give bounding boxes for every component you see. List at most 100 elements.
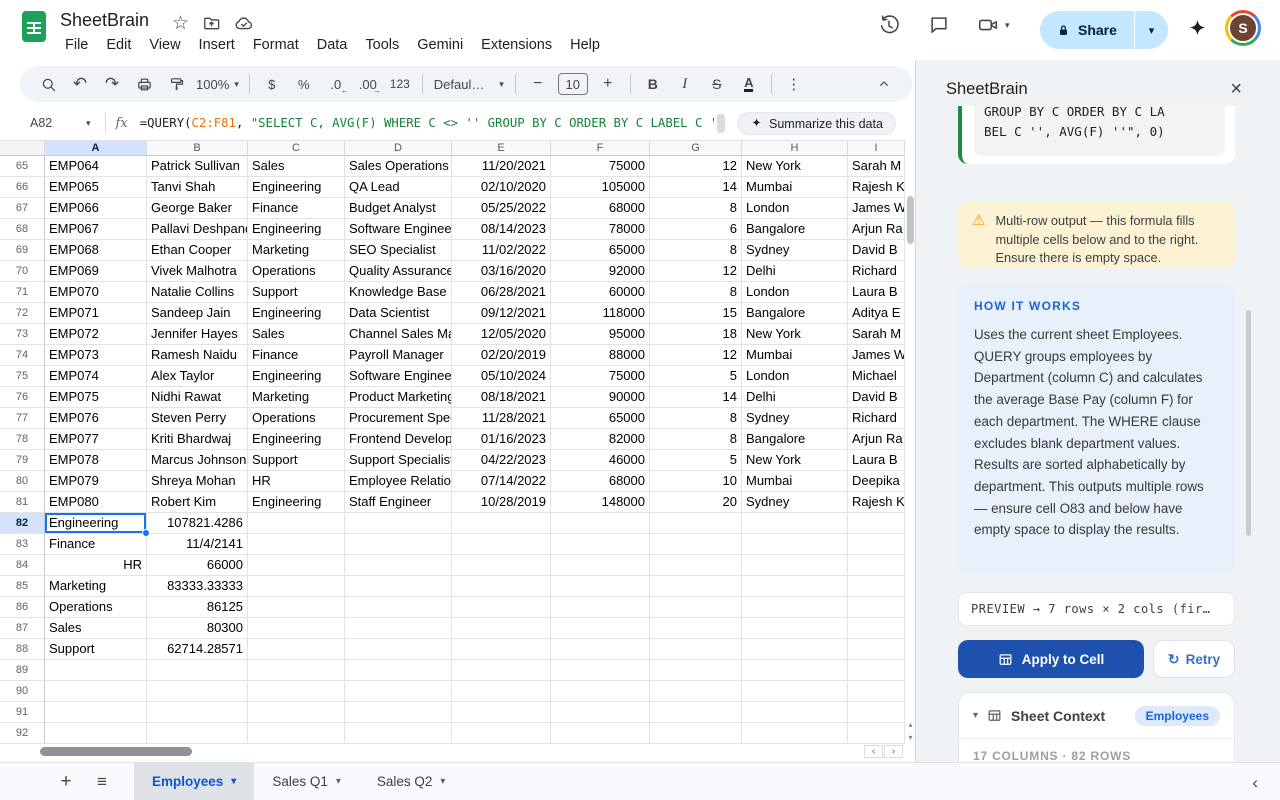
print-icon[interactable] <box>131 71 157 97</box>
cell[interactable] <box>452 513 551 534</box>
cell[interactable]: Engineering <box>45 513 147 534</box>
cell[interactable] <box>345 639 452 660</box>
cell[interactable]: Engineering <box>248 303 345 324</box>
cell[interactable]: James W <box>848 345 905 366</box>
decrease-decimal-button[interactable]: .0← <box>323 71 349 97</box>
cell[interactable] <box>551 597 650 618</box>
cell[interactable]: Robert Kim <box>147 492 248 513</box>
currency-format-button[interactable]: $ <box>259 71 285 97</box>
cell[interactable]: Procurement Spec <box>345 408 452 429</box>
row-header-74[interactable]: 74 <box>0 345 45 366</box>
cell[interactable]: Budget Analyst <box>345 198 452 219</box>
cell[interactable]: Support <box>248 282 345 303</box>
row-header-91[interactable]: 91 <box>0 702 45 723</box>
cell[interactable] <box>848 660 905 681</box>
row-header-76[interactable]: 76 <box>0 387 45 408</box>
cell[interactable]: 12 <box>650 345 742 366</box>
cell[interactable] <box>345 723 452 744</box>
cell[interactable]: 80300 <box>147 618 248 639</box>
strikethrough-button[interactable]: S <box>704 71 730 97</box>
cell[interactable]: Marketing <box>45 576 147 597</box>
cell[interactable]: Engineering <box>248 366 345 387</box>
cell[interactable]: Kriti Bhardwaj <box>147 429 248 450</box>
cell[interactable]: Delhi <box>742 261 848 282</box>
cell[interactable] <box>248 702 345 723</box>
cell[interactable]: Mumbai <box>742 345 848 366</box>
cell[interactable] <box>248 534 345 555</box>
cell[interactable] <box>551 618 650 639</box>
cell[interactable] <box>248 660 345 681</box>
cell[interactable]: Software Engineer <box>345 366 452 387</box>
cell[interactable]: Engineering <box>248 219 345 240</box>
cell[interactable] <box>650 555 742 576</box>
retry-button[interactable]: ↻ Retry <box>1153 640 1235 678</box>
tab-sales-q2[interactable]: Sales Q2▾ <box>359 763 464 800</box>
sheet-context-header[interactable]: ▾ Sheet Context Employees <box>959 693 1234 739</box>
cell[interactable] <box>452 681 551 702</box>
row-header-72[interactable]: 72 <box>0 303 45 324</box>
cell[interactable]: Engineering <box>248 177 345 198</box>
comments-icon[interactable] <box>928 14 950 36</box>
cell[interactable] <box>345 702 452 723</box>
cell[interactable]: 8 <box>650 282 742 303</box>
cell[interactable] <box>345 597 452 618</box>
cell[interactable]: 95000 <box>551 324 650 345</box>
row-header-86[interactable]: 86 <box>0 597 45 618</box>
row-header-85[interactable]: 85 <box>0 576 45 597</box>
cell[interactable]: 148000 <box>551 492 650 513</box>
decrease-font-size-button[interactable]: − <box>525 71 551 97</box>
cell[interactable] <box>650 576 742 597</box>
cell[interactable]: 66000 <box>147 555 248 576</box>
cell[interactable]: Operations <box>45 597 147 618</box>
all-sheets-icon[interactable]: ≡ <box>88 772 116 792</box>
cell[interactable]: 11/28/2021 <box>452 408 551 429</box>
cell[interactable]: David B <box>848 387 905 408</box>
cell[interactable]: 82000 <box>551 429 650 450</box>
cell[interactable]: 92000 <box>551 261 650 282</box>
cell[interactable]: EMP074 <box>45 366 147 387</box>
cell[interactable]: QA Lead <box>345 177 452 198</box>
cell[interactable]: Richard <box>848 261 905 282</box>
text-color-button[interactable]: A <box>736 71 762 97</box>
menu-gemini[interactable]: Gemini <box>410 35 470 55</box>
row-header-78[interactable]: 78 <box>0 429 45 450</box>
cell[interactable]: Finance <box>248 345 345 366</box>
cell[interactable]: Tanvi Shah <box>147 177 248 198</box>
cell[interactable]: 90000 <box>551 387 650 408</box>
search-icon[interactable] <box>35 71 61 97</box>
cell[interactable] <box>551 639 650 660</box>
account-avatar[interactable]: S <box>1225 10 1261 46</box>
cell[interactable] <box>452 723 551 744</box>
cell[interactable]: Sydney <box>742 408 848 429</box>
cell[interactable] <box>848 534 905 555</box>
tab-sales-q1[interactable]: Sales Q1▾ <box>254 763 359 800</box>
cell[interactable]: 46000 <box>551 450 650 471</box>
cell[interactable]: Ethan Cooper <box>147 240 248 261</box>
row-header-88[interactable]: 88 <box>0 639 45 660</box>
cell[interactable]: 20 <box>650 492 742 513</box>
cell[interactable] <box>345 534 452 555</box>
column-header-G[interactable]: G <box>650 140 742 156</box>
cell[interactable]: Quality Assurance <box>345 261 452 282</box>
cell[interactable]: Mumbai <box>742 177 848 198</box>
cell[interactable]: Ramesh Naidu <box>147 345 248 366</box>
cell[interactable]: Sales <box>45 618 147 639</box>
cell[interactable]: 01/16/2023 <box>452 429 551 450</box>
cell[interactable]: Laura B <box>848 450 905 471</box>
cell[interactable]: EMP079 <box>45 471 147 492</box>
cell[interactable]: Engineering <box>248 492 345 513</box>
cell[interactable] <box>742 702 848 723</box>
horizontal-scrollbar[interactable]: ‹ › <box>0 744 904 759</box>
cell[interactable] <box>452 597 551 618</box>
cell[interactable]: Finance <box>45 534 147 555</box>
cell[interactable]: Arjun Ra <box>848 219 905 240</box>
cell[interactable] <box>848 576 905 597</box>
more-options-icon[interactable]: ⋮ <box>781 71 807 97</box>
cell[interactable]: EMP072 <box>45 324 147 345</box>
cell[interactable]: EMP078 <box>45 450 147 471</box>
cell[interactable]: 65000 <box>551 240 650 261</box>
cell[interactable] <box>742 618 848 639</box>
cell[interactable] <box>248 555 345 576</box>
cell[interactable]: 07/14/2022 <box>452 471 551 492</box>
cell[interactable]: 04/22/2023 <box>452 450 551 471</box>
